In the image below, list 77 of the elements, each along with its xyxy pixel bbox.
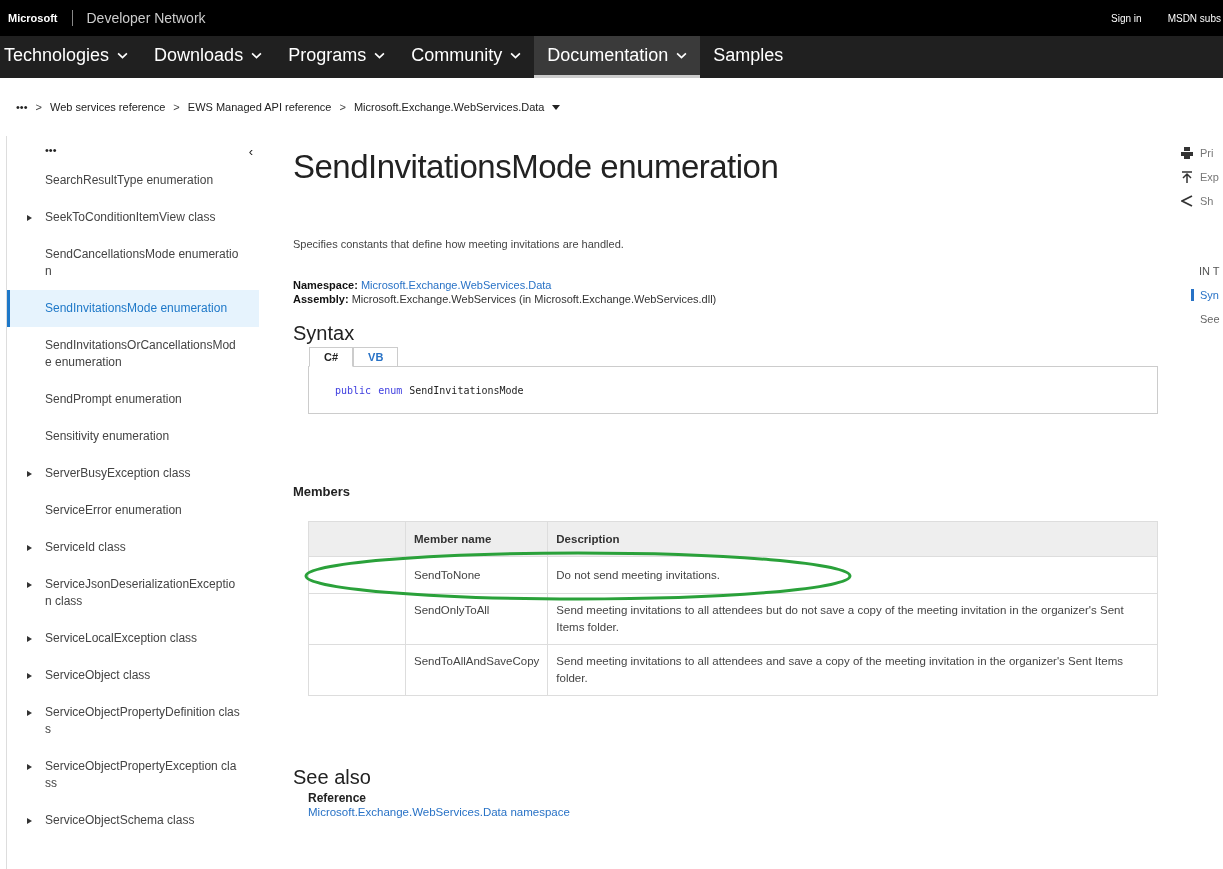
breadcrumb-link[interactable]: EWS Managed API reference: [187, 101, 332, 113]
toc-link[interactable]: Syn: [1191, 289, 1223, 301]
column-header: Description: [547, 521, 1158, 557]
sidebar-item[interactable]: ServiceObjectPropertyException class: [7, 748, 259, 802]
brand-logo[interactable]: Microsoft: [0, 12, 58, 24]
expand-triangle-icon[interactable]: [27, 764, 32, 770]
page-title: SendInvitationsMode enumeration: [293, 148, 780, 186]
namespace-link[interactable]: Microsoft.Exchange.WebServices.Data: [360, 279, 552, 291]
sidebar-item[interactable]: Sensitivity enumeration: [7, 418, 259, 455]
sidebar-item[interactable]: SendPrompt enumeration: [7, 381, 259, 418]
toc-heading: IN T: [1198, 265, 1221, 277]
table-cell: SendOnlyToAll: [405, 593, 548, 645]
sidebar-item[interactable]: ServiceObjectPropertyDefinition class: [7, 694, 259, 748]
nav-tab[interactable]: Documentation: [534, 36, 701, 78]
sidebar-item[interactable]: ServiceError enumeration: [7, 492, 259, 529]
namespace-label: Namespace:: [293, 279, 358, 291]
sidebar-item[interactable]: SendInvitationsOrCancellationsMode enumeration: [7, 327, 259, 381]
toc-link[interactable]: See: [1179, 313, 1223, 325]
collapse-toggle[interactable]: ‹: [248, 144, 253, 162]
expand-triangle-icon[interactable]: [27, 818, 32, 824]
breadcrumb-separator: >: [35, 101, 42, 113]
breadcrumb-more[interactable]: •••: [16, 101, 28, 113]
see-also-heading: See also: [293, 766, 372, 789]
table-cell: Do not send meeting invitations.: [547, 556, 1158, 594]
table-cell: Send meeting invitations to all attendees but do not save a copy of the meeting invitation in the organizer's Sent Items folder.: [547, 593, 1158, 645]
sidebar-more[interactable]: •••: [45, 144, 57, 162]
rail-action[interactable]: Sh: [1179, 192, 1223, 210]
code-token: public: [335, 384, 372, 396]
nav-tab[interactable]: Downloads: [141, 36, 276, 78]
share-icon: [1181, 195, 1193, 207]
table-cell: Send meeting invitations to all attendees and save a copy of the meeting invitation in the organizer's Sent Items folder.: [547, 644, 1158, 696]
expand-triangle-icon[interactable]: [27, 545, 32, 551]
language-tab[interactable]: C#: [309, 347, 354, 367]
sidebar-item[interactable]: SearchResultType enumeration: [7, 162, 259, 199]
nav-tab[interactable]: Technologies: [0, 36, 142, 78]
code-token: SendInvitationsMode: [409, 384, 524, 396]
sidebar-item[interactable]: ServiceId class: [7, 529, 259, 566]
site-name[interactable]: Developer Network: [86, 10, 206, 26]
rail-action[interactable]: Pri: [1179, 144, 1223, 162]
sidebar-item[interactable]: SeekToConditionItemView class: [7, 199, 259, 236]
breadcrumb-separator: >: [339, 101, 346, 113]
expand-triangle-icon[interactable]: [27, 636, 32, 642]
assembly-label: Assembly:: [293, 293, 349, 305]
nav-tab[interactable]: Programs: [275, 36, 399, 78]
sidebar-item[interactable]: ServiceLocalException class: [7, 620, 259, 657]
breadcrumb-separator: >: [173, 101, 180, 113]
column-header: Member name: [405, 521, 548, 557]
syntax-heading: Syntax: [293, 322, 356, 345]
expand-triangle-icon[interactable]: [27, 215, 32, 221]
code-token: enum: [378, 384, 403, 396]
language-tab[interactable]: VB: [353, 347, 399, 366]
breadcrumb-link[interactable]: Microsoft.Exchange.WebServices.Data: [353, 101, 545, 113]
assembly-text: Microsoft.Exchange.WebServices (in Microsoft.Exchange.WebServices.dll): [351, 293, 717, 305]
sidebar-item[interactable]: ServiceObjectSchema class: [7, 802, 259, 839]
reference-label: Reference: [308, 791, 368, 805]
expand-triangle-icon[interactable]: [27, 710, 32, 716]
nav-tab[interactable]: Community: [398, 36, 535, 78]
expand-triangle-icon[interactable]: [27, 673, 32, 679]
expand-triangle-icon[interactable]: [27, 582, 32, 588]
members-heading: Members: [293, 484, 352, 499]
sidebar-item[interactable]: SendInvitationsMode enumeration: [7, 290, 259, 327]
reference-link[interactable]: Microsoft.Exchange.WebServices.Data namespace: [308, 806, 1161, 818]
subscription-link[interactable]: MSDN subs: [1167, 12, 1221, 24]
breadcrumb-link[interactable]: Web services reference: [50, 101, 166, 113]
expand-triangle-icon[interactable]: [27, 471, 32, 477]
summary-text: Specifies constants that define how meeting invitations are handled.: [293, 238, 625, 250]
printer-icon: [1181, 147, 1193, 159]
nav-tab[interactable]: Samples: [700, 36, 797, 78]
sidebar-item[interactable]: SendCancellationsMode enumeration: [7, 236, 259, 290]
upload-arrow-icon: [1181, 171, 1193, 183]
table-cell: SendToAllAndSaveCopy: [405, 644, 548, 696]
sidebar-item[interactable]: ServiceJsonDeserializationException class: [7, 566, 259, 620]
sidebar-item[interactable]: ServiceObject class: [7, 657, 259, 694]
sidebar-item[interactable]: ServerBusyException class: [7, 455, 259, 492]
dropdown-caret-icon[interactable]: [552, 104, 561, 110]
rail-action[interactable]: Exp: [1179, 168, 1223, 186]
sign-in-link[interactable]: Sign in: [1111, 12, 1142, 24]
